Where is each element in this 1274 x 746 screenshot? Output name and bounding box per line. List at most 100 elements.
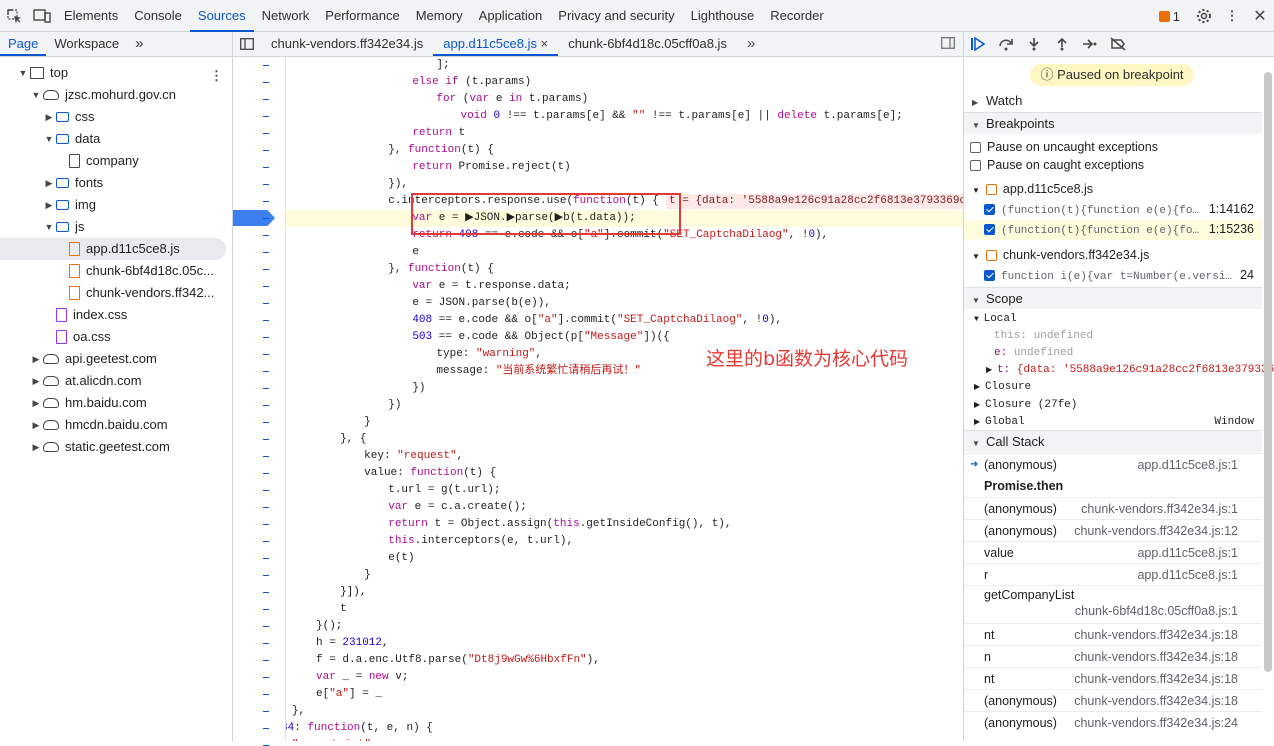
line-marker[interactable] [263, 184, 269, 185]
tree-item[interactable]: chunk-6bf4d18c.05c... [0, 260, 232, 282]
breakpoint-file[interactable]: ▼ app.d11c5ce8.js [964, 180, 1262, 200]
scope-global[interactable]: ▶ Global Window [964, 414, 1272, 431]
breakpoint-file[interactable]: ▼ chunk-vendors.ff342e34.js [964, 246, 1262, 266]
call-frame[interactable]: value app.d11c5ce8.js:1 [964, 541, 1262, 563]
call-stack-section[interactable]: ▼ Call Stack [964, 430, 1262, 452]
device-toolbar-icon[interactable] [28, 0, 56, 32]
scope-closure-27fe[interactable]: ▶ Closure (27fe) [964, 397, 1272, 414]
expand-right-icon[interactable]: ▶ [29, 392, 43, 414]
line-marker[interactable] [263, 252, 269, 253]
line-marker[interactable] [263, 558, 269, 559]
editor-tab-app[interactable]: app.d11c5ce8.js × [433, 32, 559, 56]
line-marker[interactable] [263, 286, 269, 287]
line-marker[interactable] [263, 405, 269, 406]
line-marker[interactable] [263, 99, 269, 100]
tab-network[interactable]: Network [254, 0, 318, 32]
code-line[interactable]: var _ = new v; [316, 669, 408, 686]
close-devtools-icon[interactable]: ✕ [1246, 0, 1274, 32]
tree-item[interactable]: ▼ top [0, 62, 232, 84]
step-into-icon[interactable] [1020, 32, 1048, 56]
code-line[interactable]: e(t) [388, 550, 414, 567]
line-marker[interactable] [263, 65, 269, 66]
pause-uncaught-checkbox[interactable]: Pause on uncaught exceptions [964, 138, 1262, 156]
pause-caught-checkbox[interactable]: Pause on caught exceptions [964, 156, 1262, 174]
checkbox-icon[interactable] [970, 142, 981, 154]
line-marker[interactable] [263, 218, 269, 219]
line-marker[interactable] [263, 439, 269, 440]
code-line[interactable]: var e = t.response.data; [412, 278, 570, 295]
tree-item[interactable]: ▶ img [0, 194, 232, 216]
code-area[interactable]: ]; else if (t.params) for (var e in t.para… [286, 57, 963, 741]
line-marker[interactable] [263, 133, 269, 134]
line-marker[interactable] [263, 269, 269, 270]
tree-item[interactable]: app.d11c5ce8.js [0, 238, 226, 260]
tree-item[interactable]: ▶ hm.baidu.com [0, 392, 232, 414]
call-frame[interactable]: nt chunk-vendors.ff342e34.js:18 [964, 623, 1262, 645]
expand-right-icon[interactable]: ▶ [42, 172, 56, 194]
code-line[interactable]: f = d.a.enc.Utf8.parse("Dt8j9wGw%6HbxfFn… [316, 652, 600, 669]
line-marker[interactable] [263, 711, 269, 712]
line-marker[interactable] [263, 422, 269, 423]
code-line[interactable]: e [412, 244, 419, 261]
code-line[interactable]: type: "warning", [436, 346, 542, 363]
line-marker[interactable] [263, 609, 269, 610]
line-marker[interactable] [263, 541, 269, 542]
toggle-navigator-icon[interactable] [233, 32, 261, 56]
tab-elements[interactable]: Elements [56, 0, 126, 32]
tab-recorder[interactable]: Recorder [762, 0, 831, 32]
more-tabs-chevron-icon[interactable]: » [127, 32, 151, 56]
more-editor-tabs-icon[interactable]: » [737, 32, 765, 56]
line-marker[interactable] [263, 456, 269, 457]
step-icon[interactable] [1076, 32, 1104, 56]
code-line[interactable]: e["a"] = _ [316, 686, 382, 703]
line-marker[interactable] [263, 694, 269, 695]
resume-icon[interactable] [964, 32, 992, 56]
expand-down-icon[interactable]: ▼ [42, 216, 56, 238]
code-line[interactable]: this.interceptors(e, t.url), [388, 533, 573, 550]
code-line[interactable]: h = 231012, [316, 635, 389, 652]
expand-down-icon[interactable]: ▼ [16, 62, 30, 84]
tab-workspace[interactable]: Workspace [46, 32, 127, 56]
call-frame[interactable]: nt chunk-vendors.ff342e34.js:18 [964, 667, 1262, 689]
code-line[interactable]: } [364, 414, 371, 431]
code-line[interactable]: }, function(t) { [388, 261, 494, 278]
code-line[interactable]: }, { [340, 431, 366, 448]
call-frame[interactable]: n chunk-vendors.ff342e34.js:18 [964, 645, 1262, 667]
code-line[interactable]: return Promise.reject(t) [412, 159, 570, 176]
tree-item[interactable]: index.css [0, 304, 232, 326]
breakpoint-entry[interactable]: function i(e){var t=Number(e.versi… 24 [964, 266, 1262, 286]
code-line[interactable]: return t = Object.assign(this.getInsideC… [388, 516, 731, 533]
line-marker[interactable] [263, 303, 269, 304]
code-line[interactable]: }(); [316, 618, 342, 635]
watch-section[interactable]: ▶ Watch [964, 90, 1262, 112]
scope-t[interactable]: ▶ t: {data: '5588a9e126c91a28cc2f6813e37… [964, 362, 1274, 379]
tree-item[interactable]: ▶ fonts [0, 172, 232, 194]
code-line[interactable]: }) [412, 380, 425, 397]
step-out-icon[interactable] [1048, 32, 1076, 56]
tree-item[interactable]: ▼ js [0, 216, 232, 238]
code-line[interactable]: }, function(t) { [388, 142, 494, 159]
inline-value-preview[interactable]: t = {data: '5588a9e126c91a28cc2f6813e379… [666, 194, 963, 209]
code-line[interactable]: 408 == e.code && o["a"].commit("SET_Capt… [412, 312, 782, 329]
breakpoint-entry[interactable]: (function(t){function e(e){fo… 1:14162 [964, 200, 1262, 220]
code-line[interactable]: e = JSON.parse(b(e)), [412, 295, 551, 312]
line-marker[interactable] [263, 116, 269, 117]
tree-item[interactable]: oa.css [0, 326, 232, 348]
line-marker[interactable] [263, 728, 269, 729]
tree-item[interactable]: ▶ hmcdn.baidu.com [0, 414, 232, 436]
scope-closure[interactable]: ▶ Closure [964, 379, 1272, 396]
code-line[interactable]: }, [292, 703, 305, 720]
call-frame[interactable]: getCompanyList chunk-6bf4d18c.05cff0a8.js… [964, 585, 1262, 623]
line-marker[interactable] [263, 592, 269, 593]
checkbox-checked-icon[interactable] [984, 270, 995, 282]
tree-item[interactable]: ▶ static.geetest.com [0, 436, 232, 458]
line-marker[interactable] [263, 490, 269, 491]
line-marker[interactable] [263, 660, 269, 661]
code-line[interactable]: }]), [340, 584, 366, 601]
code-line[interactable]: return t [412, 125, 465, 142]
inspect-element-icon[interactable] [0, 0, 28, 32]
editor-tab-chunk-6bf4[interactable]: chunk-6bf4d18c.05cff0a8.js [558, 32, 737, 56]
more-options-icon[interactable]: ⋮ [1218, 0, 1246, 32]
code-line[interactable]: t [340, 601, 347, 618]
expand-right-icon[interactable]: ▶ [29, 348, 43, 370]
